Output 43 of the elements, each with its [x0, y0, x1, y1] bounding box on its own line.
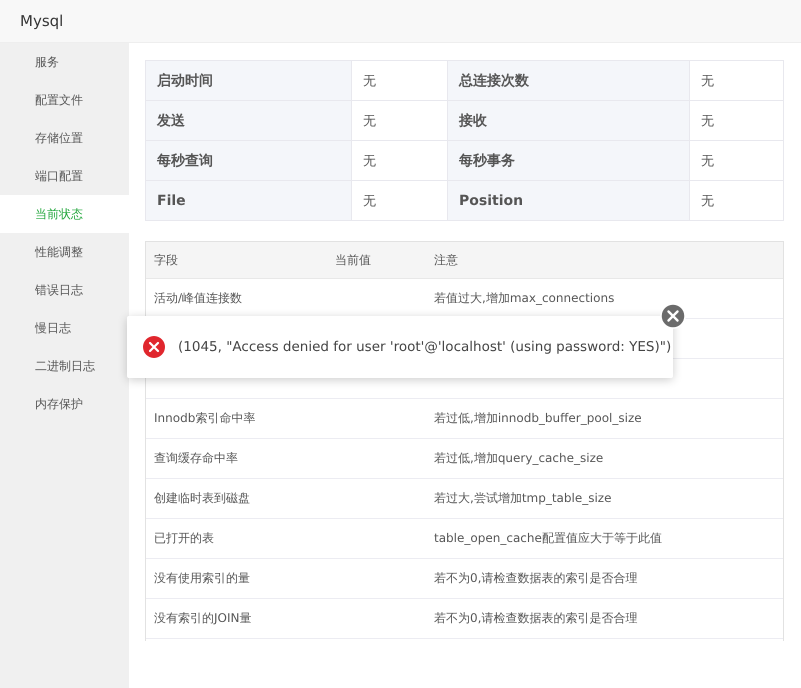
table-cell: 若不为0,请检查数据表的索引是否合理 — [434, 571, 638, 585]
sidebar-item[interactable]: 性能调整 — [0, 233, 129, 271]
table-cell: 发送 — [146, 100, 352, 140]
table-cell: File — [146, 180, 352, 220]
close-icon[interactable] — [660, 303, 686, 329]
sidebar-item[interactable]: 二进制日志 — [0, 347, 129, 385]
table-cell: Innodb索引命中率 — [154, 411, 256, 425]
table-cell: 创建临时表到磁盘 — [154, 491, 250, 505]
sidebar-item[interactable]: 服务 — [0, 43, 129, 81]
table-cell: 若不为0,请检查数据表的索引是否合理 — [434, 611, 638, 625]
table-cell: 没有索引的JOIN量 — [154, 611, 252, 625]
table-cell: 无 — [690, 60, 784, 100]
table-cell: 查询缓存命中率 — [154, 451, 238, 465]
table-cell: 活动/峰值连接数 — [154, 291, 242, 305]
table-cell: 若过低,增加query_cache_size — [434, 451, 604, 465]
table-cell: 无 — [690, 180, 784, 220]
error-message: (1045, "Access denied for user 'root'@'localhost' (using password: YES)") — [178, 339, 672, 355]
error-icon — [143, 336, 165, 358]
table-cell: Position — [448, 180, 690, 220]
table-cell: 接收 — [448, 100, 690, 140]
table-cell: 没有使用索引的量 — [154, 571, 250, 585]
table-cell: 每秒查询 — [146, 140, 352, 180]
table-cell: 若过低,增加innodb_buffer_pool_size — [434, 411, 642, 425]
table-cell: 已打开的表 — [154, 531, 214, 545]
sidebar-item[interactable]: 慢日志 — [0, 309, 129, 347]
window-title: Mysql — [20, 12, 64, 30]
table-cell: 每秒事务 — [448, 140, 690, 180]
column-header: 字段 — [146, 242, 327, 278]
table-cell: 若过大,尝试增加tmp_table_size — [434, 491, 612, 505]
sidebar-item[interactable]: 配置文件 — [0, 81, 129, 119]
table-cell: 无 — [690, 140, 784, 180]
sidebar-item[interactable]: 内存保护 — [0, 385, 129, 423]
sidebar-item[interactable]: 端口配置 — [0, 157, 129, 195]
table-cell: 无 — [352, 60, 448, 100]
sidebar-item[interactable]: 存储位置 — [0, 119, 129, 157]
table-cell: table_open_cache配置值应大于等于此值 — [434, 531, 662, 545]
table-cell: 总连接次数 — [448, 60, 690, 100]
column-header: 注意 — [426, 242, 783, 278]
table-cell: 若值过大,增加max_connections — [434, 291, 614, 305]
column-header: 当前值 — [327, 242, 426, 278]
table-cell: 无 — [690, 100, 784, 140]
sidebar-item[interactable]: 错误日志 — [0, 271, 129, 309]
table-cell: 启动时间 — [146, 60, 352, 100]
